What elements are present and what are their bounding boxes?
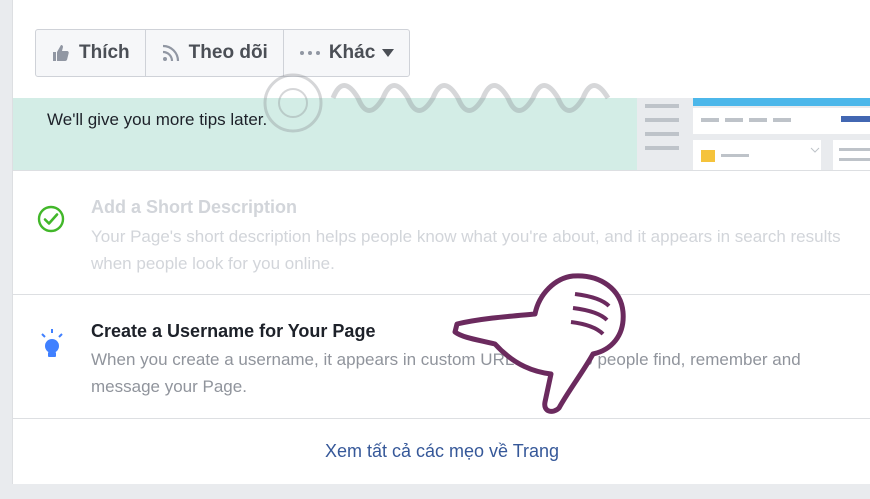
tip-description: When you create a username, it appears i… (91, 350, 801, 396)
banner-text: We'll give you more tips later. (47, 110, 268, 129)
more-label: Khác (328, 42, 376, 63)
tips-banner: We'll give you more tips later. (13, 98, 870, 170)
tip-title: Add a Short Description (91, 197, 298, 217)
see-all-tips-link[interactable]: Xem tất cả các mẹo về Trang (13, 418, 870, 483)
tip-title: Create a Username for Your Page (91, 321, 376, 341)
page-tips-card: Thích Theo dõi Khác We'll give you more … (12, 0, 870, 484)
like-label: Thích (79, 42, 130, 63)
check-circle-icon (37, 205, 65, 238)
tip-item-short-description[interactable]: Add a Short Description Your Page's shor… (13, 170, 870, 295)
more-dots-icon (299, 50, 321, 56)
page-header-strip: Thích Theo dõi Khác (13, 0, 870, 98)
tip-item-username[interactable]: Create a Username for Your Page When you… (13, 294, 870, 419)
like-button[interactable]: Thích (36, 30, 146, 76)
follow-button[interactable]: Theo dõi (146, 30, 284, 76)
page-action-bar: Thích Theo dõi Khác (35, 29, 411, 77)
more-button[interactable]: Khác (284, 30, 409, 76)
rss-icon (161, 43, 181, 63)
follow-label: Theo dõi (188, 42, 268, 63)
dropdown-arrow-icon (382, 49, 395, 57)
tip-description: Your Page's short description helps peop… (91, 227, 841, 273)
lightbulb-icon (37, 327, 67, 366)
like-icon (51, 43, 71, 63)
banner-illustration (637, 98, 870, 170)
